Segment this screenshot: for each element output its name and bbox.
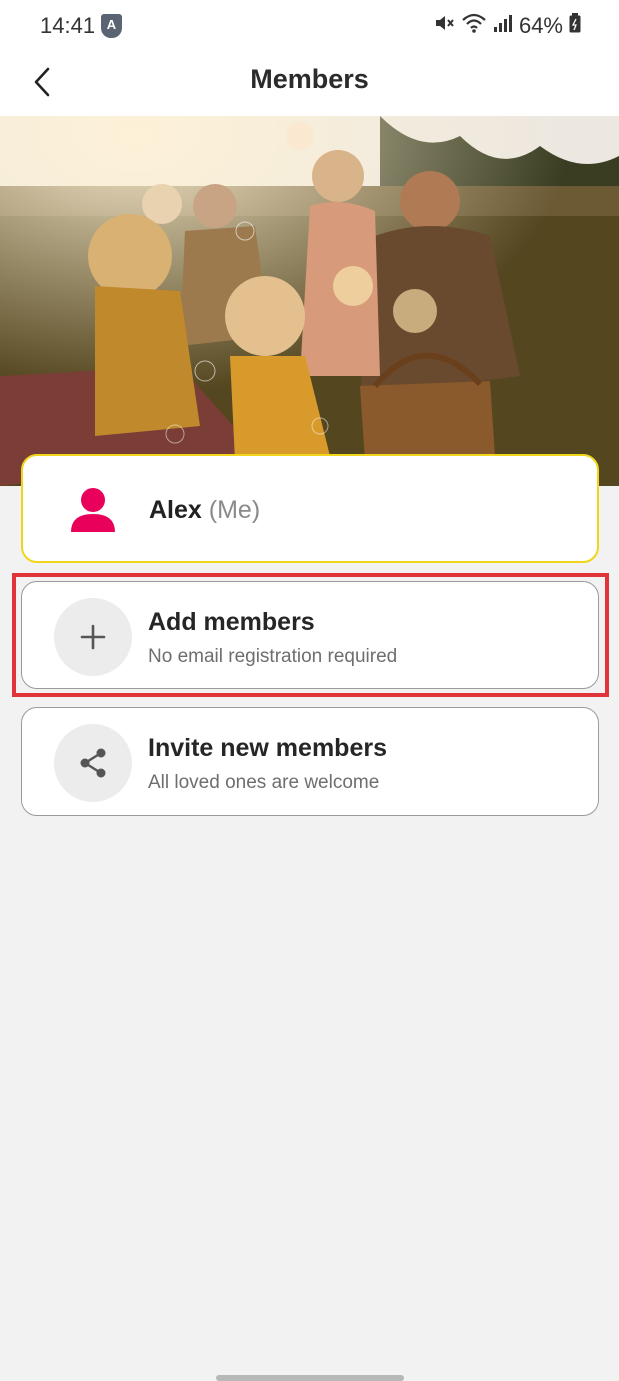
battery-percent: 64% — [518, 12, 563, 38]
share-icon-circle — [54, 724, 132, 802]
person-icon — [71, 488, 115, 532]
shield-a-icon: A — [101, 14, 122, 38]
signal-icon — [493, 13, 513, 38]
invite-members-button[interactable]: Invite new members All loved ones are we… — [21, 707, 599, 816]
app-bar: Members — [0, 52, 619, 116]
add-members-title: Add members — [148, 608, 315, 636]
add-members-button[interactable]: Add members No email registration requir… — [21, 581, 599, 689]
invite-members-subtitle: All loved ones are welcome — [148, 772, 380, 793]
invite-members-title: Invite new members — [148, 734, 387, 762]
status-bar: 14:41 A 64% — [0, 0, 619, 52]
mute-icon — [433, 12, 455, 39]
hero-family-photo — [0, 116, 619, 486]
wifi-icon — [461, 12, 487, 39]
add-icon-circle — [54, 598, 132, 676]
battery-icon — [569, 13, 581, 38]
share-icon — [80, 748, 106, 778]
member-me-tag: (Me) — [208, 496, 261, 524]
page-title: Members — [250, 64, 369, 94]
home-indicator[interactable] — [216, 1375, 404, 1381]
plus-icon — [80, 624, 106, 650]
member-name-line: Alex (Me) — [149, 496, 260, 525]
member-name: Alex — [149, 496, 202, 524]
status-time: 14:41 — [40, 13, 96, 38]
status-icons: 64% — [433, 12, 581, 39]
add-members-subtitle: No email registration required — [148, 646, 398, 667]
my-member-card[interactable]: Alex (Me) — [21, 454, 599, 563]
